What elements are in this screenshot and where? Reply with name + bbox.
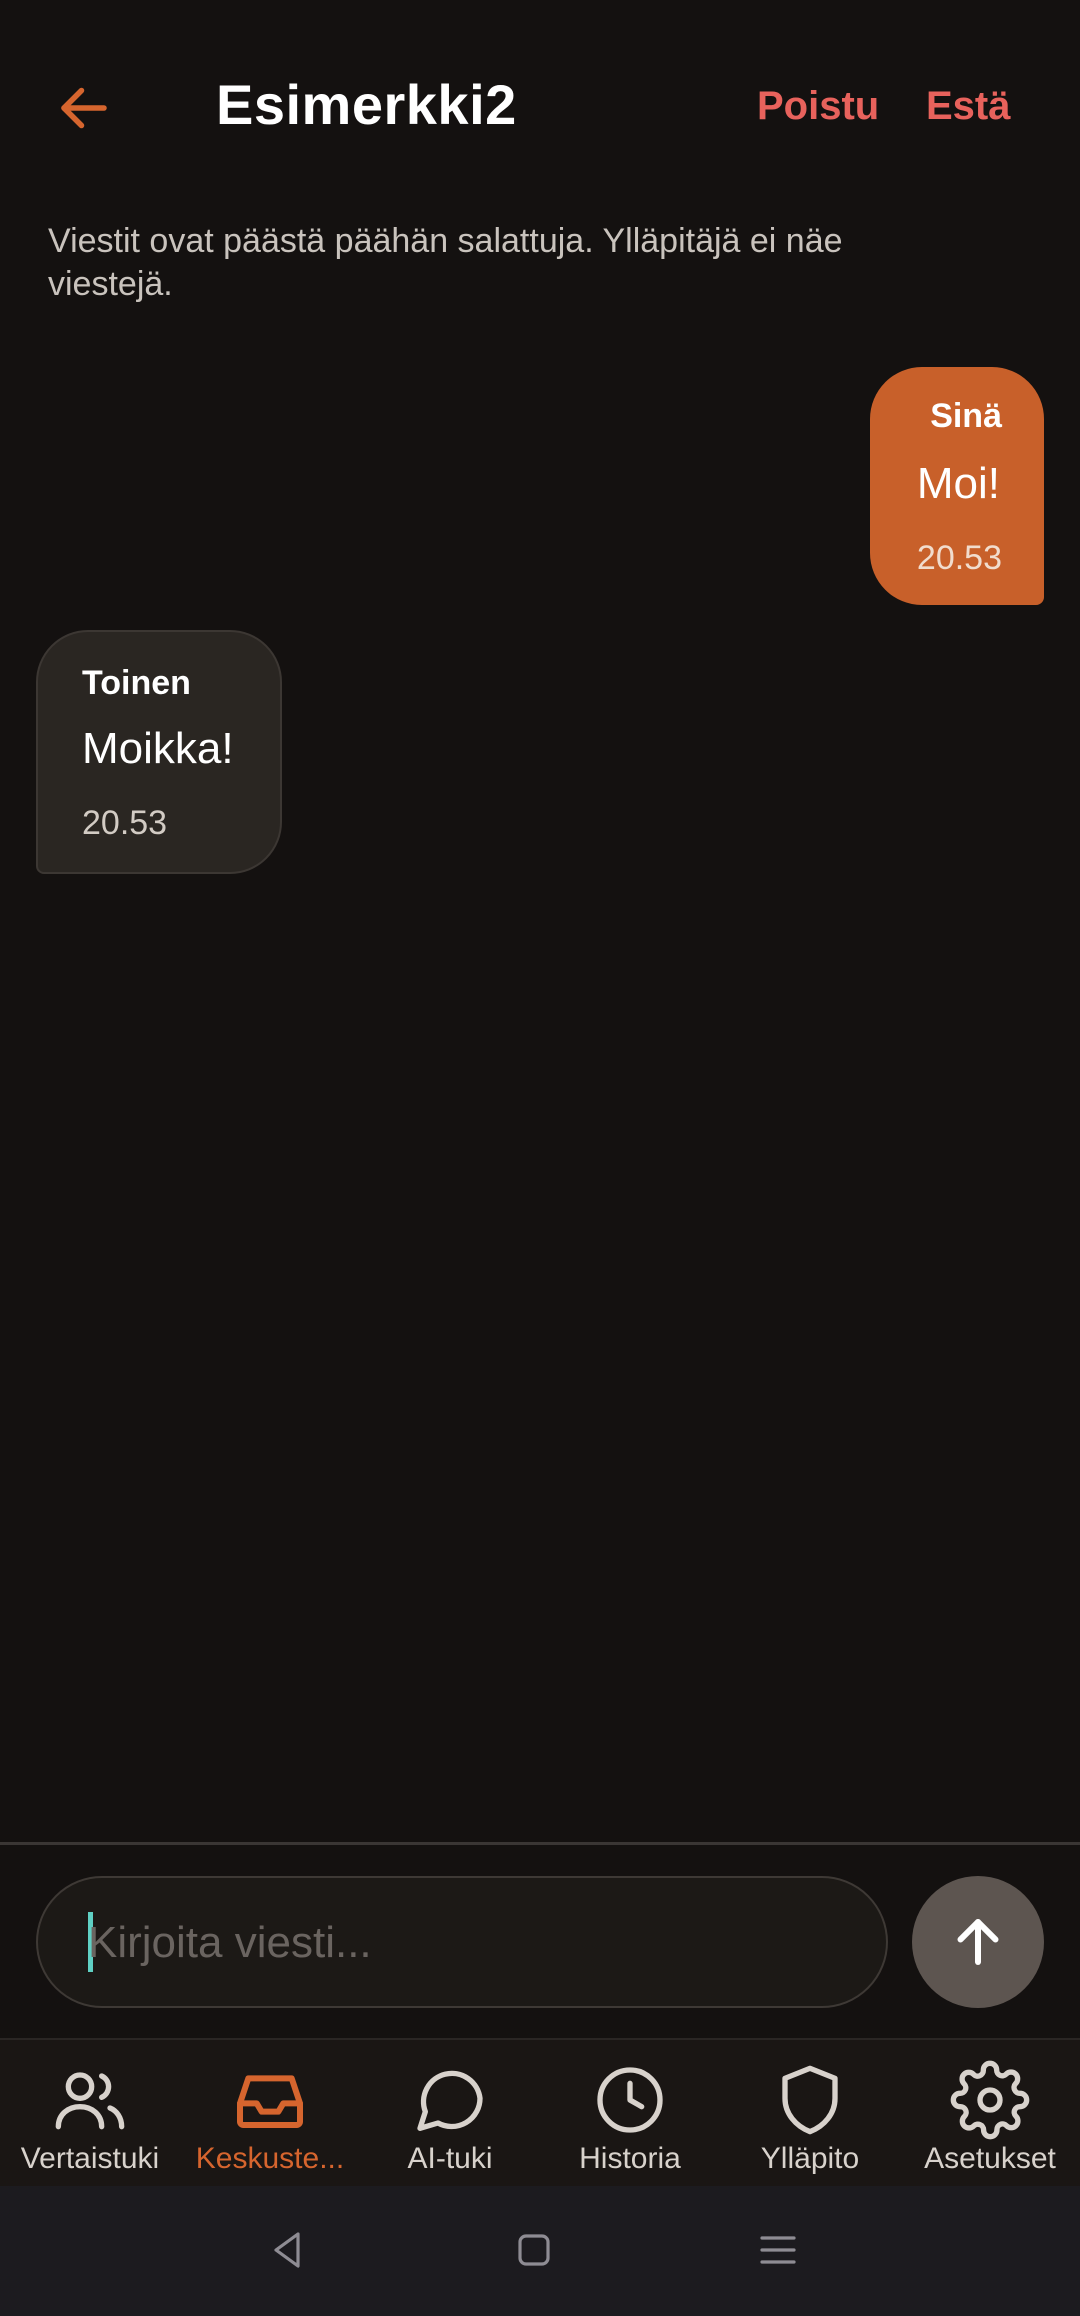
message-time: 20.53 [916, 539, 1002, 577]
nav-item-vertaistuki[interactable]: Vertaistuki [0, 2040, 180, 2188]
shield-icon [782, 2065, 838, 2135]
bottom-navigation: Vertaistuki Keskuste... AI-tuki Historia… [0, 2038, 1080, 2186]
encryption-notice: Viestit ovat päästä päähän salattuja. Yl… [48, 222, 843, 303]
nav-item-keskustelut[interactable]: Keskuste... [180, 2040, 360, 2188]
nav-label: Ylläpito [760, 2142, 860, 2175]
nav-item-asetukset[interactable]: Asetukset [900, 2040, 1080, 2188]
chat-screen: Esimerkki2 Poistu Estä Viestit ovat pääs… [0, 0, 1080, 2316]
system-home-button[interactable] [494, 2210, 574, 2290]
message-bubble-other[interactable]: Toinen Moikka! 20.53 [36, 630, 282, 874]
message-text: Moikka! [82, 724, 234, 773]
composer-divider [0, 1842, 1080, 1845]
leave-button[interactable]: Poistu [757, 84, 879, 129]
message-text: Moi! [916, 459, 1000, 508]
system-home-icon [518, 2234, 550, 2266]
message-sender: Sinä [930, 397, 1002, 435]
message-sender: Toinen [82, 664, 191, 702]
arrow-left-icon [61, 87, 107, 129]
system-navigation-bar [0, 2186, 1080, 2316]
gear-icon [950, 2060, 1030, 2140]
nav-label: Asetukset [924, 2142, 1056, 2175]
nav-label: Keskuste... [195, 2142, 345, 2175]
nav-item-yllapito[interactable]: Ylläpito [720, 2040, 900, 2188]
system-recents-button[interactable] [738, 2210, 818, 2290]
system-back-button[interactable] [248, 2210, 328, 2290]
system-back-icon [274, 2232, 300, 2268]
page-title: Esimerkki2 [216, 73, 517, 136]
inbox-icon [237, 2075, 303, 2128]
nav-label: Historia [579, 2142, 681, 2175]
message-input-placeholder: Kirjoita viesti... [88, 1918, 372, 1967]
message-bubble-own[interactable]: Sinä Moi! 20.53 [870, 367, 1044, 605]
message-time: 20.53 [82, 804, 168, 842]
system-recents-icon [760, 2236, 796, 2264]
nav-label: AI-tuki [407, 2142, 493, 2175]
nav-item-historia[interactable]: Historia [540, 2040, 720, 2188]
nav-item-ai-tuki[interactable]: AI-tuki [360, 2040, 540, 2188]
send-button[interactable] [912, 1876, 1044, 2008]
back-button[interactable] [44, 68, 124, 148]
arrow-up-icon [957, 1919, 999, 1965]
clock-icon [597, 2067, 663, 2133]
chat-bubble-icon [417, 2070, 483, 2131]
block-button[interactable]: Estä [926, 84, 1011, 129]
chat-header: Esimerkki2 Poistu Estä [0, 0, 1080, 216]
nav-label: Vertaistuki [20, 2142, 160, 2175]
users-icon [55, 2072, 125, 2130]
